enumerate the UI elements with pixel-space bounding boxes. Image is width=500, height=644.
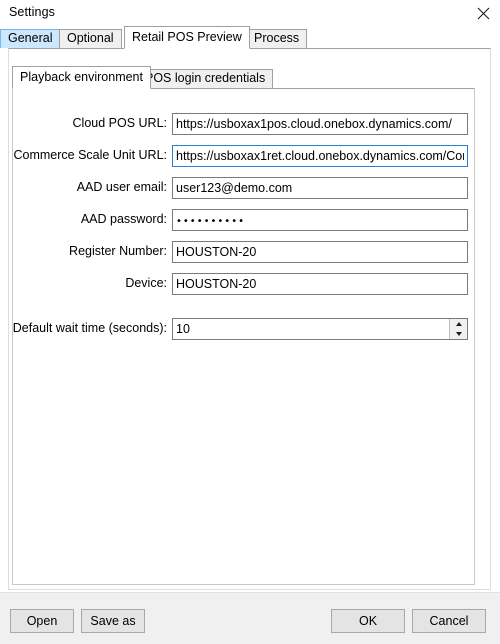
input-aad-user-email[interactable]	[172, 177, 468, 199]
label-cloud-pos-url: Cloud POS URL:	[72, 116, 167, 130]
field-row-aad-user-email: AAD user email:	[0, 177, 500, 199]
label-register-number: Register Number:	[69, 244, 167, 258]
label-aad-user-email: AAD user email:	[76, 180, 167, 194]
close-button[interactable]	[466, 0, 500, 26]
label-device: Device:	[125, 276, 167, 290]
save-as-button[interactable]: Save as	[81, 609, 145, 633]
inner-tab-strip: Playback environment POS login credentia…	[12, 66, 487, 89]
field-row-aad-password: AAD password:	[0, 209, 500, 231]
cancel-button[interactable]: Cancel	[412, 609, 486, 633]
input-register-number[interactable]	[172, 241, 468, 263]
tab-general[interactable]: General	[0, 29, 61, 48]
input-cloud-pos-url[interactable]	[172, 113, 468, 135]
outer-tab-strip: General Optional Retail POS Preview Proc…	[0, 26, 500, 49]
tab-optional[interactable]: Optional	[59, 29, 122, 48]
input-aad-password[interactable]	[172, 209, 468, 231]
window-title: Settings	[9, 5, 55, 19]
open-button[interactable]: Open	[10, 609, 74, 633]
label-aad-password: AAD password:	[80, 212, 167, 226]
label-commerce-scale-unit-url: Commerce Scale Unit URL:	[13, 148, 167, 162]
tab-retail-pos-preview[interactable]: Retail POS Preview	[124, 26, 250, 49]
close-icon	[477, 7, 489, 19]
title-bar: Settings	[0, 0, 500, 26]
dialog-footer: Open Save as OK Cancel	[0, 592, 500, 644]
input-commerce-scale-unit-url[interactable]	[172, 145, 468, 167]
ok-button[interactable]: OK	[331, 609, 405, 633]
default-wait-time-stepper[interactable]	[172, 318, 468, 340]
chevron-down-icon	[455, 332, 462, 336]
field-row-device: Device:	[0, 273, 500, 295]
chevron-up-icon	[455, 322, 462, 326]
input-device[interactable]	[172, 273, 468, 295]
field-row-cloud-pos-url: Cloud POS URL:	[0, 113, 500, 135]
field-row-default-wait-time: Default wait time (seconds):	[0, 318, 500, 340]
stepper-buttons	[449, 319, 467, 339]
label-default-wait-time: Default wait time (seconds):	[12, 321, 167, 335]
stepper-decrement-button[interactable]	[450, 329, 467, 339]
field-row-register-number: Register Number:	[0, 241, 500, 263]
subtab-pos-login-credentials[interactable]: POS login credentials	[137, 69, 274, 88]
input-default-wait-time[interactable]	[173, 319, 450, 339]
subtab-playback-environment[interactable]: Playback environment	[12, 66, 151, 89]
field-row-commerce-scale-unit-url: Commerce Scale Unit URL:	[0, 145, 500, 167]
tab-process[interactable]: Process	[246, 29, 308, 48]
